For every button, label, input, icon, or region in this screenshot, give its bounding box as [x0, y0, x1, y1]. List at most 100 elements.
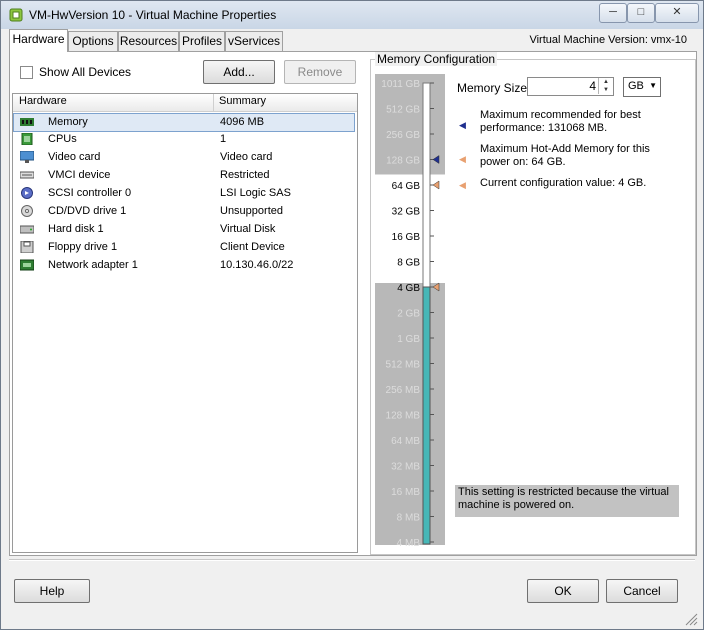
vm-app-icon: [9, 8, 23, 22]
floppy-icon: [20, 241, 34, 253]
row-name: VMCI device: [48, 169, 111, 181]
ok-button[interactable]: OK: [527, 579, 599, 603]
slider-fill: [422, 286, 431, 545]
row-name: Floppy drive 1: [48, 241, 118, 253]
list-header: Hardware Summary: [13, 94, 357, 112]
table-row-vmci-device[interactable]: VMCI device Restricted: [14, 167, 354, 184]
tab-profiles[interactable]: Profiles: [179, 31, 225, 51]
scale-label: 1 GB: [397, 334, 420, 345]
scale-label: 128 GB: [386, 156, 420, 167]
row-summary: Restricted: [220, 169, 270, 181]
title-bar: VM-HwVersion 10 - Virtual Machine Proper…: [1, 1, 703, 29]
scale-label: 4 GB: [397, 283, 420, 294]
scale-label: 8 MB: [397, 513, 421, 524]
row-summary: 1: [220, 133, 227, 145]
restricted-note: This setting is restricted because the v…: [455, 485, 679, 517]
row-name: CD/DVD drive 1: [48, 205, 127, 217]
scale-label: 512 MB: [386, 360, 421, 371]
restricted-note-text: This setting is restricted because the v…: [458, 486, 669, 511]
row-summary: Client Device: [220, 241, 285, 253]
network-icon: [20, 259, 34, 271]
scale-label: 16 MB: [391, 487, 420, 498]
spin-up-button[interactable]: ▲: [598, 78, 613, 86]
memory-unit-value: GB: [628, 80, 644, 92]
scale-label: 64 MB: [391, 436, 420, 447]
scale-label: 16 GB: [392, 232, 421, 243]
scale-label: 64 GB: [392, 181, 421, 192]
scale-label: 128 MB: [386, 411, 421, 422]
spin-down-button[interactable]: ▼: [598, 86, 613, 94]
memory-size-label: Memory Size:: [457, 81, 531, 95]
row-summary: LSI Logic SAS: [220, 187, 291, 199]
scale-label: 2 GB: [397, 309, 420, 320]
scsi-icon: [21, 187, 33, 199]
show-all-devices-label: Show All Devices: [39, 65, 132, 79]
row-name: Network adapter 1: [48, 259, 138, 271]
legend-max-recommended: Maximum recommended for best performance…: [480, 109, 641, 134]
cancel-button[interactable]: Cancel: [606, 579, 678, 603]
remove-button[interactable]: Remove: [284, 60, 356, 84]
table-row-floppy-drive[interactable]: Floppy drive 1 Client Device: [14, 239, 354, 256]
scale-label: 1011 GB: [381, 79, 420, 90]
footer-divider: [9, 559, 695, 561]
table-row-cd-dvd-drive[interactable]: CD/DVD drive 1 Unsupported: [14, 203, 354, 220]
vmci-icon: [20, 171, 34, 179]
legend-hot-add: Maximum Hot-Add Memory for this power on…: [480, 143, 650, 168]
memory-size-value: 4: [589, 79, 596, 93]
close-button[interactable]: ✕: [655, 3, 699, 23]
window-title: VM-HwVersion 10 - Virtual Machine Proper…: [29, 8, 277, 22]
table-row-hard-disk[interactable]: Hard disk 1 Virtual Disk: [14, 221, 354, 238]
header-hardware[interactable]: Hardware: [19, 95, 67, 107]
scale-label: 256 MB: [386, 385, 421, 396]
disk-icon: [20, 225, 34, 234]
row-summary: Virtual Disk: [220, 223, 276, 235]
row-name: SCSI controller 0: [48, 187, 132, 199]
scale-label: 4 MB: [397, 538, 421, 547]
table-row-network-adapter[interactable]: Network adapter 1 10.130.46.0/22: [14, 257, 354, 274]
scale-label: 512 GB: [386, 105, 420, 116]
max-recommended-marker-icon: ◀: [459, 120, 466, 130]
help-button[interactable]: Help: [14, 579, 90, 603]
tab-options[interactable]: Options: [68, 31, 118, 51]
tab-vservices[interactable]: vServices: [225, 31, 283, 51]
memory-size-input[interactable]: 4 ▲ ▼: [527, 77, 614, 96]
table-row-video-card[interactable]: Video card Video card: [14, 149, 354, 166]
table-row-cpus[interactable]: CPUs 1: [14, 131, 354, 148]
cd-icon: [21, 205, 33, 217]
hot-add-marker: [432, 180, 440, 190]
memory-slider[interactable]: 1011 GB 512 GB 256 GB 128 GB 64 GB 32 GB 16 GB…: [373, 72, 453, 547]
current-value-marker-icon: ◀: [459, 180, 466, 190]
header-divider: [213, 94, 214, 111]
resize-grip-icon[interactable]: [684, 612, 698, 626]
vm-version-label: Virtual Machine Version: vmx-10: [529, 34, 687, 46]
minimize-button[interactable]: ─: [599, 3, 627, 23]
add-button[interactable]: Add...: [203, 60, 275, 84]
row-summary: Unsupported: [220, 205, 283, 217]
row-name: Hard disk 1: [48, 223, 104, 235]
scale-label: 32 GB: [392, 207, 421, 218]
memory-unit-select[interactable]: GB ▼: [623, 77, 661, 97]
scale-label: 32 MB: [391, 462, 420, 473]
chevron-down-icon: ▼: [649, 81, 657, 90]
hardware-list: Hardware Summary Memory 4096 MB CPUs 1 V…: [12, 93, 358, 553]
row-summary: 10.130.46.0/22: [220, 259, 294, 271]
maximize-button[interactable]: □: [627, 3, 655, 23]
row-name: CPUs: [48, 133, 77, 145]
hot-add-marker-icon: ◀: [459, 154, 466, 164]
scale-label: 8 GB: [397, 258, 420, 269]
tab-hardware[interactable]: Hardware: [9, 29, 68, 52]
show-all-devices-checkbox[interactable]: [20, 66, 33, 79]
cpu-icon: [21, 133, 33, 145]
scale-label: 256 GB: [386, 130, 420, 141]
header-summary[interactable]: Summary: [219, 95, 266, 107]
tab-resources[interactable]: Resources: [118, 31, 179, 51]
row-name: Memory: [48, 116, 88, 128]
table-row-scsi-controller[interactable]: SCSI controller 0 LSI Logic SAS: [14, 185, 354, 202]
table-row-memory[interactable]: Memory 4096 MB: [13, 113, 355, 132]
legend-current-value: Current configuration value: 4 GB.: [480, 177, 647, 189]
monitor-icon: [20, 151, 34, 163]
row-summary: Video card: [220, 151, 273, 163]
row-summary: 4096 MB: [220, 116, 265, 128]
row-name: Video card: [48, 151, 101, 163]
memory-configuration-title: Memory Configuration: [375, 52, 498, 66]
